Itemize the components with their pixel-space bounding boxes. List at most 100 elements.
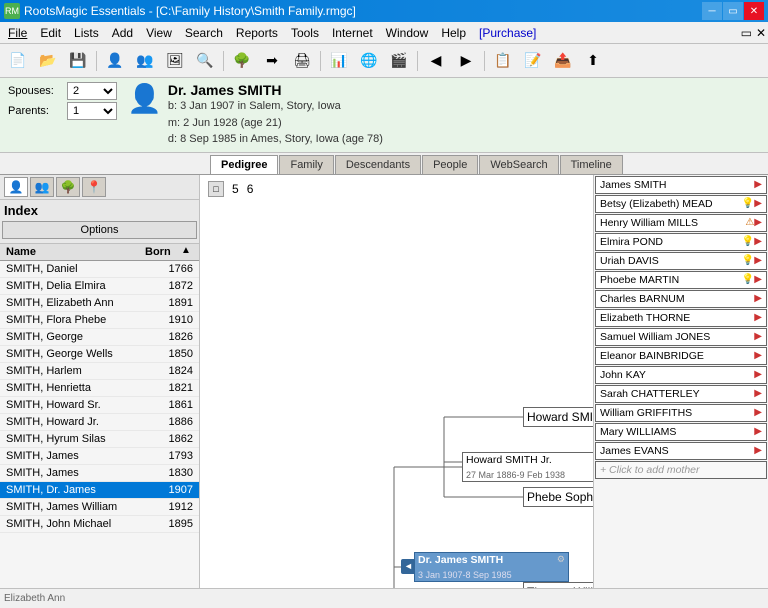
rpbox-name: William GRIFFITHS (600, 407, 754, 419)
index-row[interactable]: SMITH, James1830 (0, 465, 199, 482)
menu-add[interactable]: Add (106, 24, 139, 42)
toolbar-back-btn[interactable]: ◀ (422, 48, 450, 74)
toolbar-addperson-btn[interactable]: 👥 (131, 48, 159, 74)
sidebar-tab-person[interactable]: 👤 (4, 177, 28, 197)
parents-label: Parents: (8, 105, 63, 117)
right-panel-item[interactable]: Mary WILLIAMS▶ (595, 423, 767, 441)
pbox-howard-jr[interactable]: Howard SMITH Jr. ⚙ 27 Mar 1886-9 Feb 193… (462, 452, 593, 482)
index-row[interactable]: SMITH, George Wells1850 (0, 346, 199, 363)
sidebar-tab-media[interactable]: 🌳 (56, 177, 80, 197)
right-panel-item[interactable]: Phoebe MARTIN💡▶ (595, 271, 767, 289)
menu-view[interactable]: View (140, 24, 178, 42)
pedigree-checkbox[interactable]: □ (208, 181, 224, 197)
chart-lines-svg (204, 199, 593, 588)
toolbar-forward-btn[interactable]: ▶ (452, 48, 480, 74)
index-row[interactable]: SMITH, James1793 (0, 448, 199, 465)
person-avatar-icon: 👤 (127, 82, 162, 115)
index-row[interactable]: SMITH, Hyrum Silas1862 (0, 431, 199, 448)
index-row[interactable]: SMITH, Harlem1824 (0, 363, 199, 380)
toolbar-extra4-btn[interactable]: ⬆ (579, 48, 607, 74)
menu-reports[interactable]: Reports (230, 24, 284, 42)
tab-pedigree[interactable]: Pedigree (210, 155, 278, 174)
menu-close-btn[interactable]: ✕ (756, 26, 766, 40)
right-panel-item[interactable]: William GRIFFITHS▶ (595, 404, 767, 422)
options-button[interactable]: Options (2, 221, 197, 239)
minimize-button[interactable]: ─ (702, 2, 722, 20)
right-panel-item[interactable]: Eleanor BAINBRIDGE▶ (595, 347, 767, 365)
toolbar-media-btn[interactable]: 🎬 (385, 48, 413, 74)
toolbar-extra3-btn[interactable]: 📤 (549, 48, 577, 74)
toolbar-web-btn[interactable]: 🌐 (355, 48, 383, 74)
menu-restore-btn[interactable]: ▭ (741, 26, 752, 40)
toolbar-new-btn[interactable]: 📄 (4, 48, 32, 74)
tab-timeline[interactable]: Timeline (560, 155, 623, 174)
tab-descendants[interactable]: Descendants (335, 155, 421, 174)
menu-search[interactable]: Search (179, 24, 229, 42)
menu-lists[interactable]: Lists (68, 24, 105, 42)
pbox-thomas-william[interactable]: Thomas William JONES ⚙ (523, 582, 593, 588)
index-row[interactable]: SMITH, James William1912 (0, 499, 199, 516)
index-row[interactable]: SMITH, Howard Sr.1861 (0, 397, 199, 414)
right-panel-item[interactable]: Uriah DAVIS💡▶ (595, 252, 767, 270)
tab-websearch[interactable]: WebSearch (479, 155, 558, 174)
pbox-james-smith-main[interactable]: Dr. James SMITH ⚙ 3 Jan 1907-8 Sep 1985 (414, 552, 569, 582)
sort-icon[interactable]: ▲ (181, 245, 197, 259)
rpbox-name: James EVANS (600, 445, 754, 457)
toolbar-extra1-btn[interactable]: 📋 (489, 48, 517, 74)
pbox-phebe-davis[interactable]: Phebe Sophia DAVIS ⚙ (523, 487, 593, 507)
index-row[interactable]: SMITH, John Michael1895 (0, 516, 199, 533)
right-panel-item[interactable]: James SMITH▶ (595, 176, 767, 194)
index-row[interactable]: SMITH, Henrietta1821 (0, 380, 199, 397)
sidebar-tab-family[interactable]: 👥 (30, 177, 54, 197)
right-panel-item[interactable]: John KAY▶ (595, 366, 767, 384)
index-row[interactable]: SMITH, Delia Elmira1872 (0, 278, 199, 295)
menu-edit[interactable]: Edit (34, 24, 67, 42)
right-panel-item[interactable]: Charles BARNUM▶ (595, 290, 767, 308)
toolbar-extra2-btn[interactable]: 📝 (519, 48, 547, 74)
pbox-dates-howard-jr: 27 Mar 1886-9 Feb 1938 (466, 470, 565, 480)
right-panel-item[interactable]: Elmira POND💡▶ (595, 233, 767, 251)
right-panel-item[interactable]: Elizabeth THORNE▶ (595, 309, 767, 327)
index-row[interactable]: SMITH, Dr. James1907 (0, 482, 199, 499)
parents-select[interactable]: 1 (67, 102, 117, 120)
toolbar-print-btn[interactable]: 🖨 (288, 48, 316, 74)
index-row-name: SMITH, Dr. James (2, 483, 157, 497)
toolbar-search-btn[interactable]: 🔍 (191, 48, 219, 74)
right-panel-item[interactable]: James EVANS▶ (595, 442, 767, 460)
tab-family[interactable]: Family (279, 155, 333, 174)
arrow-icon: ▶ (754, 255, 762, 266)
menu-window[interactable]: Window (380, 24, 435, 42)
spouses-select[interactable]: 2 (67, 82, 117, 100)
menu-tools[interactable]: Tools (285, 24, 325, 42)
rpbox-name: Samuel William JONES (600, 331, 754, 343)
arrow-icon: ▶ (754, 293, 762, 304)
pedigree-area[interactable]: □ 5 6 (200, 175, 593, 588)
right-panel-item[interactable]: Betsy (Elizabeth) MEAD💡▶ (595, 195, 767, 213)
close-button[interactable]: ✕ (744, 2, 764, 20)
toolbar-open-btn[interactable]: 📂 (34, 48, 62, 74)
pbox-howard-sr[interactable]: Howard SMITH Sr. ⚙ (523, 407, 593, 427)
sidebar-tab-place[interactable]: 📍 (82, 177, 106, 197)
menu-purchase[interactable]: [Purchase] (473, 24, 542, 42)
toolbar-pedigree-btn[interactable]: 🌳 (228, 48, 256, 74)
menu-help[interactable]: Help (435, 24, 472, 42)
tab-people[interactable]: People (422, 155, 478, 174)
toolbar-person-btn[interactable]: 👤 (101, 48, 129, 74)
right-panel-item[interactable]: Sarah CHATTERLEY▶ (595, 385, 767, 403)
index-row[interactable]: SMITH, Howard Jr.1886 (0, 414, 199, 431)
toolbar-save-btn[interactable]: 💾 (64, 48, 92, 74)
index-row[interactable]: SMITH, Flora Phebe1910 (0, 312, 199, 329)
menu-internet[interactable]: Internet (326, 24, 379, 42)
index-row[interactable]: SMITH, George1826 (0, 329, 199, 346)
chart-container: ◄ Dr. James SMITH ⚙ 3 Jan 1907-8 Sep 198… (204, 199, 593, 588)
restore-button[interactable]: ▭ (723, 2, 743, 20)
right-panel-item[interactable]: + Click to add mother (595, 461, 767, 479)
right-panel-item[interactable]: Samuel William JONES▶ (595, 328, 767, 346)
right-panel-item[interactable]: Henry William MILLS⚠▶ (595, 214, 767, 232)
index-row[interactable]: SMITH, Daniel1766 (0, 261, 199, 278)
index-row[interactable]: SMITH, Elizabeth Ann1891 (0, 295, 199, 312)
toolbar-reports-btn[interactable]: 📊 (325, 48, 353, 74)
toolbar-photo-btn[interactable]: 🖼 (161, 48, 189, 74)
menu-file[interactable]: File (2, 24, 33, 42)
toolbar-directions-btn[interactable]: ➡ (258, 48, 286, 74)
